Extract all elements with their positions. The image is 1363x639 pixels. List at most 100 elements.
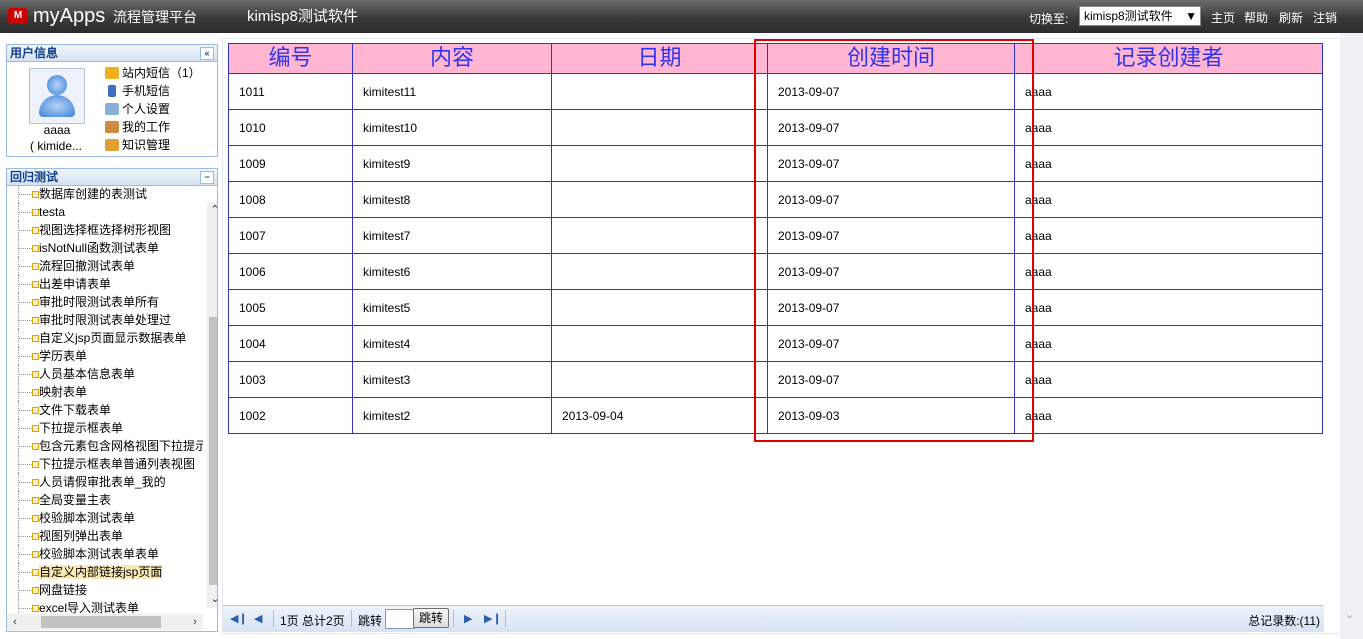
cell-creator: aaaa: [1014, 181, 1323, 218]
tree-item[interactable]: 学历表单: [15, 347, 203, 365]
tree-item[interactable]: 视图选择框选择树形视图: [15, 221, 203, 239]
tree-panel-header: 回归测试 −: [6, 168, 218, 186]
tree-item[interactable]: testa: [15, 203, 203, 221]
form-node-icon: [32, 245, 39, 252]
window-scrollbar[interactable]: ⌄: [1340, 33, 1363, 639]
prev-page-icon[interactable]: ◀: [254, 612, 262, 625]
column-header-content[interactable]: 内容: [352, 43, 552, 74]
jump-label: 跳转: [358, 614, 383, 628]
tree-item-label: 视图列弹出表单: [39, 529, 124, 543]
table-row[interactable]: 1007 kimitest7 2013-09-07 aaaa: [228, 217, 1323, 254]
tree-panel: 数据库创建的表测试 testa 视图选择框选择树形视图 isNotNull函数测试表单…: [6, 186, 218, 632]
table-row[interactable]: 1004 kimitest4 2013-09-07 aaaa: [228, 325, 1323, 362]
cell-creator: aaaa: [1014, 253, 1323, 290]
cell-id: 1006: [228, 253, 353, 290]
tree-item[interactable]: 审批时限测试表单所有: [15, 293, 203, 311]
menu-my-work[interactable]: 我的工作: [105, 119, 170, 135]
menu-personal-settings[interactable]: 个人设置: [105, 101, 170, 117]
cell-content: kimitest9: [352, 145, 552, 182]
cell-creator: aaaa: [1014, 109, 1323, 146]
tree-item[interactable]: 网盘链接: [15, 581, 203, 599]
jump-page-input[interactable]: [385, 609, 415, 629]
table-row[interactable]: 1011 kimitest11 2013-09-07 aaaa: [228, 73, 1323, 110]
table-row[interactable]: 1010 kimitest10 2013-09-07 aaaa: [228, 109, 1323, 146]
tree-item[interactable]: isNotNull函数测试表单: [15, 239, 203, 257]
user-panel-title: 用户信息: [10, 46, 59, 60]
cell-creator: aaaa: [1014, 217, 1323, 254]
cell-content: kimitest10: [352, 109, 552, 146]
tree-item[interactable]: 流程回撤测试表单: [15, 257, 203, 275]
tree-item[interactable]: 自定义内部链接jsp页面: [15, 563, 203, 581]
scroll-up-icon[interactable]: ⌃: [207, 202, 217, 219]
pager-separator: [351, 610, 352, 627]
table-row[interactable]: 1006 kimitest6 2013-09-07 aaaa: [228, 253, 1323, 290]
table-row[interactable]: 1005 kimitest5 2013-09-07 aaaa: [228, 289, 1323, 326]
tree-item-label: 视图选择框选择树形视图: [39, 223, 172, 237]
scroll-thumb[interactable]: [209, 317, 217, 585]
column-header-date[interactable]: 日期: [551, 43, 768, 74]
menu-internal-message[interactable]: 站内短信（1）: [105, 65, 201, 81]
scroll-down-icon[interactable]: ⌄: [207, 591, 217, 608]
tree-item-label: excel导入测试表单: [39, 601, 140, 615]
tree-item[interactable]: 下拉提示框表单普通列表视图: [15, 455, 203, 473]
table-row[interactable]: 1003 kimitest3 2013-09-07 aaaa: [228, 361, 1323, 398]
next-page-icon[interactable]: ▶: [464, 612, 472, 625]
tree-item-label: 审批时限测试表单所有: [39, 295, 160, 309]
table-row[interactable]: 1009 kimitest9 2013-09-07 aaaa: [228, 145, 1323, 182]
column-header-created-time[interactable]: 创建时间: [767, 43, 1015, 74]
first-page-icon[interactable]: ◀❙: [230, 612, 248, 625]
tree-horizontal-scrollbar[interactable]: ‹ ›: [7, 614, 203, 630]
logout-link[interactable]: 注销: [1313, 9, 1337, 26]
tree-item-label: 数据库创建的表测试: [39, 187, 148, 201]
tree-list: 数据库创建的表测试 testa 视图选择框选择树形视图 isNotNull函数测试表单…: [15, 186, 203, 617]
tree-item[interactable]: 人员基本信息表单: [15, 365, 203, 383]
tree-item[interactable]: 全局变量主表: [15, 491, 203, 509]
tree-item[interactable]: 校验脚本测试表单: [15, 509, 203, 527]
form-node-icon: [32, 299, 39, 306]
form-node-icon: [32, 263, 39, 270]
tree-item[interactable]: 自定义jsp页面显示数据表单: [15, 329, 203, 347]
tree-item-label: 下拉提示框表单普通列表视图: [39, 457, 196, 471]
tree-item[interactable]: 出差申请表单: [15, 275, 203, 293]
table-row[interactable]: 1008 kimitest8 2013-09-07 aaaa: [228, 181, 1323, 218]
switch-label: 切换至:: [1029, 12, 1069, 26]
last-page-icon[interactable]: ▶❙: [484, 612, 502, 625]
tree-item[interactable]: 人员请假审批表单_我的: [15, 473, 203, 491]
cell-created-time: 2013-09-07: [767, 325, 1015, 362]
app-switch-select[interactable]: kimisp8测试软件 ▼: [1079, 6, 1201, 26]
scroll-down-icon[interactable]: ⌄: [1345, 608, 1354, 621]
hscroll-thumb[interactable]: [41, 616, 161, 628]
chevron-down-icon: ▼: [1185, 9, 1197, 23]
scroll-right-icon[interactable]: ›: [187, 614, 203, 630]
form-node-icon: [32, 551, 39, 558]
help-link[interactable]: 帮助: [1244, 9, 1268, 26]
tree-item[interactable]: 包含元素包含网格视图下拉提示: [15, 437, 203, 455]
table-row[interactable]: 1002 kimitest2 2013-09-04 2013-09-03 aaaa: [228, 397, 1323, 434]
cell-created-time: 2013-09-07: [767, 253, 1015, 290]
jump-button[interactable]: 跳转: [413, 608, 449, 628]
column-header-id[interactable]: 编号: [228, 43, 353, 74]
column-header-creator[interactable]: 记录创建者: [1014, 43, 1323, 74]
tree-item[interactable]: 映射表单: [15, 383, 203, 401]
cell-id: 1004: [228, 325, 353, 362]
cell-id: 1010: [228, 109, 353, 146]
tree-vertical-scrollbar[interactable]: ⌃ ⌄: [207, 202, 217, 608]
tree-item[interactable]: 审批时限测试表单处理过: [15, 311, 203, 329]
pager-separator: [505, 610, 506, 627]
collapse-icon[interactable]: −: [200, 171, 214, 184]
cell-content: kimitest4: [352, 325, 552, 362]
menu-sms[interactable]: 手机短信: [105, 83, 170, 99]
tree-item[interactable]: 文件下载表单: [15, 401, 203, 419]
tree-item[interactable]: 下拉提示框表单: [15, 419, 203, 437]
tree-item[interactable]: 校验脚本测试表单表单: [15, 545, 203, 563]
scroll-left-icon[interactable]: ‹: [7, 614, 23, 630]
menu-knowledge[interactable]: 知识管理: [105, 137, 170, 153]
tree-item[interactable]: 视图列弹出表单: [15, 527, 203, 545]
collapse-left-icon[interactable]: «: [200, 47, 214, 60]
cell-content: kimitest5: [352, 289, 552, 326]
refresh-link[interactable]: 刷新: [1279, 9, 1303, 26]
home-link[interactable]: 主页: [1211, 9, 1235, 26]
tree-item[interactable]: 数据库创建的表测试: [15, 186, 203, 203]
user-name: aaaa: [43, 123, 71, 137]
app-switch-value: kimisp8测试软件: [1084, 9, 1173, 23]
